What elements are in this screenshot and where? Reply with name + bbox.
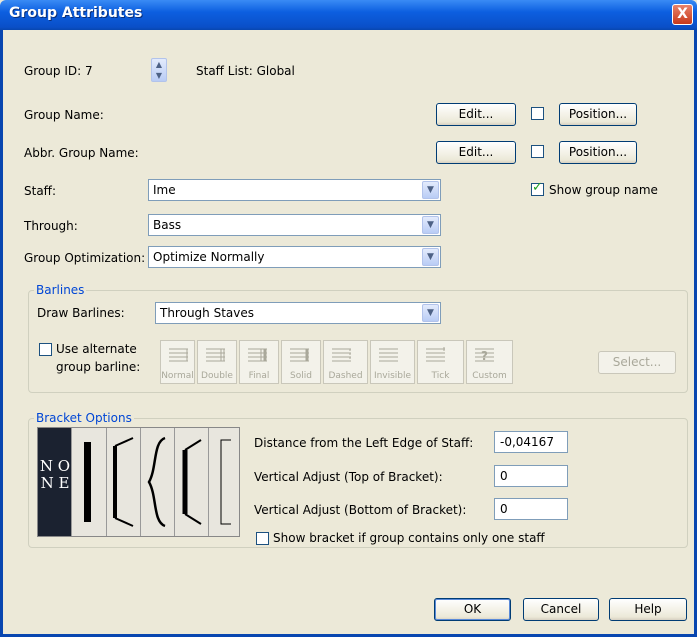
barline-double-label: Double (201, 371, 233, 381)
through-select[interactable]: Bass ▼ (148, 214, 441, 236)
distance-left-edge-input[interactable]: -0,04167 (494, 431, 568, 453)
draw-barlines-value: Through Staves (160, 306, 255, 320)
abbr-group-name-edit-button[interactable]: Edit... (436, 141, 516, 164)
spin-up-icon: ▲ (155, 60, 163, 69)
group-name-label: Group Name: (24, 108, 104, 122)
bracket-none-option[interactable]: N O N E (38, 428, 72, 536)
barline-final-label: Final (248, 371, 270, 381)
chevron-down-icon[interactable]: ▼ (422, 216, 439, 234)
barline-invisible-icon (379, 348, 398, 362)
help-button[interactable]: Help (609, 598, 687, 621)
group-name-position-button[interactable]: Position... (559, 103, 637, 126)
barline-dashed-label: Dashed (328, 371, 363, 381)
bracket-thin-icon (220, 439, 231, 525)
use-alternate-label: Use alternate (56, 342, 137, 356)
use-alternate-barline-checkbox[interactable] (39, 343, 52, 356)
barline-solid-label: Solid (290, 371, 312, 381)
show-bracket-one-staff-checkbox[interactable] (256, 532, 269, 545)
chevron-down-icon[interactable]: ▼ (422, 248, 439, 266)
vertical-adjust-bottom-input[interactable]: 0 (494, 498, 568, 520)
bracket-thick-option[interactable] (72, 428, 107, 536)
through-label: Through: (24, 219, 78, 233)
bracket-angled-icon (182, 439, 202, 525)
close-icon: X (677, 6, 688, 22)
svg-text:?: ? (481, 349, 488, 363)
group-optimization-value: Optimize Normally (153, 250, 265, 264)
cancel-button[interactable]: Cancel (523, 598, 599, 621)
ok-button[interactable]: OK (434, 598, 511, 621)
draw-barlines-select[interactable]: Through Staves ▼ (155, 302, 441, 324)
abbr-group-name-label: Abbr. Group Name: (24, 146, 139, 160)
barline-normal-label: Normal (161, 371, 194, 381)
barline-solid-button[interactable]: Solid (281, 340, 321, 384)
spin-down-icon: ▼ (155, 71, 163, 80)
barline-invisible-label: Invisible (373, 371, 412, 381)
vertical-adjust-bottom-label: Vertical Adjust (Bottom of Bracket): (254, 503, 467, 517)
bracket-thin-option[interactable] (209, 428, 240, 536)
barline-custom-icon: ? (475, 348, 494, 363)
group-id-spinner[interactable]: ▲ ▼ (151, 58, 167, 82)
barline-normal-icon (169, 348, 188, 362)
bracket-thick-icon (84, 442, 91, 522)
barline-custom-label: Custom (472, 371, 507, 381)
barline-double-button[interactable]: Double (197, 340, 237, 384)
window-title: Group Attributes (9, 5, 143, 21)
barline-custom-button[interactable]: ? Custom (466, 340, 513, 384)
staff-select[interactable]: Ime ▼ (148, 179, 441, 201)
vertical-adjust-top-label: Vertical Adjust (Top of Bracket): (254, 470, 443, 484)
barline-double-icon (206, 348, 225, 362)
show-bracket-one-staff-label: Show bracket if group contains only one … (273, 531, 545, 545)
barline-invisible-button[interactable]: Invisible (370, 340, 415, 384)
group-barline-label: group barline: (56, 360, 141, 374)
group-id-label: Group ID: 7 (24, 64, 93, 78)
close-button[interactable]: X (672, 4, 693, 25)
barline-solid-icon (290, 348, 309, 362)
staff-list-label: Staff List: Global (196, 64, 295, 78)
bracket-square-icon (113, 437, 134, 527)
staff-value: Ime (153, 183, 176, 197)
barlines-group-title: Barlines (34, 283, 87, 297)
barline-tick-icon (426, 347, 445, 362)
barline-tick-button[interactable]: Tick (417, 340, 464, 384)
chevron-down-icon[interactable]: ▼ (422, 181, 439, 199)
group-optimization-select[interactable]: Optimize Normally ▼ (148, 246, 441, 268)
staff-label: Staff: (24, 184, 56, 198)
abbr-group-name-position-checkbox[interactable] (531, 145, 544, 158)
show-group-name-label: Show group name (549, 183, 658, 197)
bracket-none-label: N O N E (39, 457, 71, 492)
barline-normal-button[interactable]: Normal (160, 340, 195, 384)
group-name-edit-button[interactable]: Edit... (436, 103, 516, 126)
show-group-name-checkbox[interactable] (531, 180, 544, 196)
group-optimization-label: Group Optimization: (24, 251, 146, 265)
bracket-angled-option[interactable] (175, 428, 209, 536)
bracket-square-option[interactable] (107, 428, 141, 536)
barline-tick-label: Tick (431, 371, 450, 381)
vertical-adjust-top-input[interactable]: 0 (494, 465, 568, 487)
barline-final-icon (248, 348, 267, 362)
bracket-style-panel: N O N E (37, 427, 240, 537)
chevron-down-icon[interactable]: ▼ (422, 304, 439, 322)
select-barline-button[interactable]: Select... (598, 351, 676, 374)
through-value: Bass (153, 218, 182, 232)
bracket-options-group-title: Bracket Options (34, 411, 134, 425)
group-name-position-checkbox[interactable] (531, 107, 544, 120)
draw-barlines-label: Draw Barlines: (37, 306, 125, 320)
barline-final-button[interactable]: Final (239, 340, 279, 384)
barline-dashed-icon (332, 348, 351, 362)
bracket-curly-option[interactable] (141, 428, 175, 536)
distance-left-edge-label: Distance from the Left Edge of Staff: (254, 436, 474, 450)
curly-brace-icon (147, 436, 166, 528)
abbr-group-name-position-button[interactable]: Position... (559, 141, 637, 164)
barline-dashed-button[interactable]: Dashed (323, 340, 368, 384)
